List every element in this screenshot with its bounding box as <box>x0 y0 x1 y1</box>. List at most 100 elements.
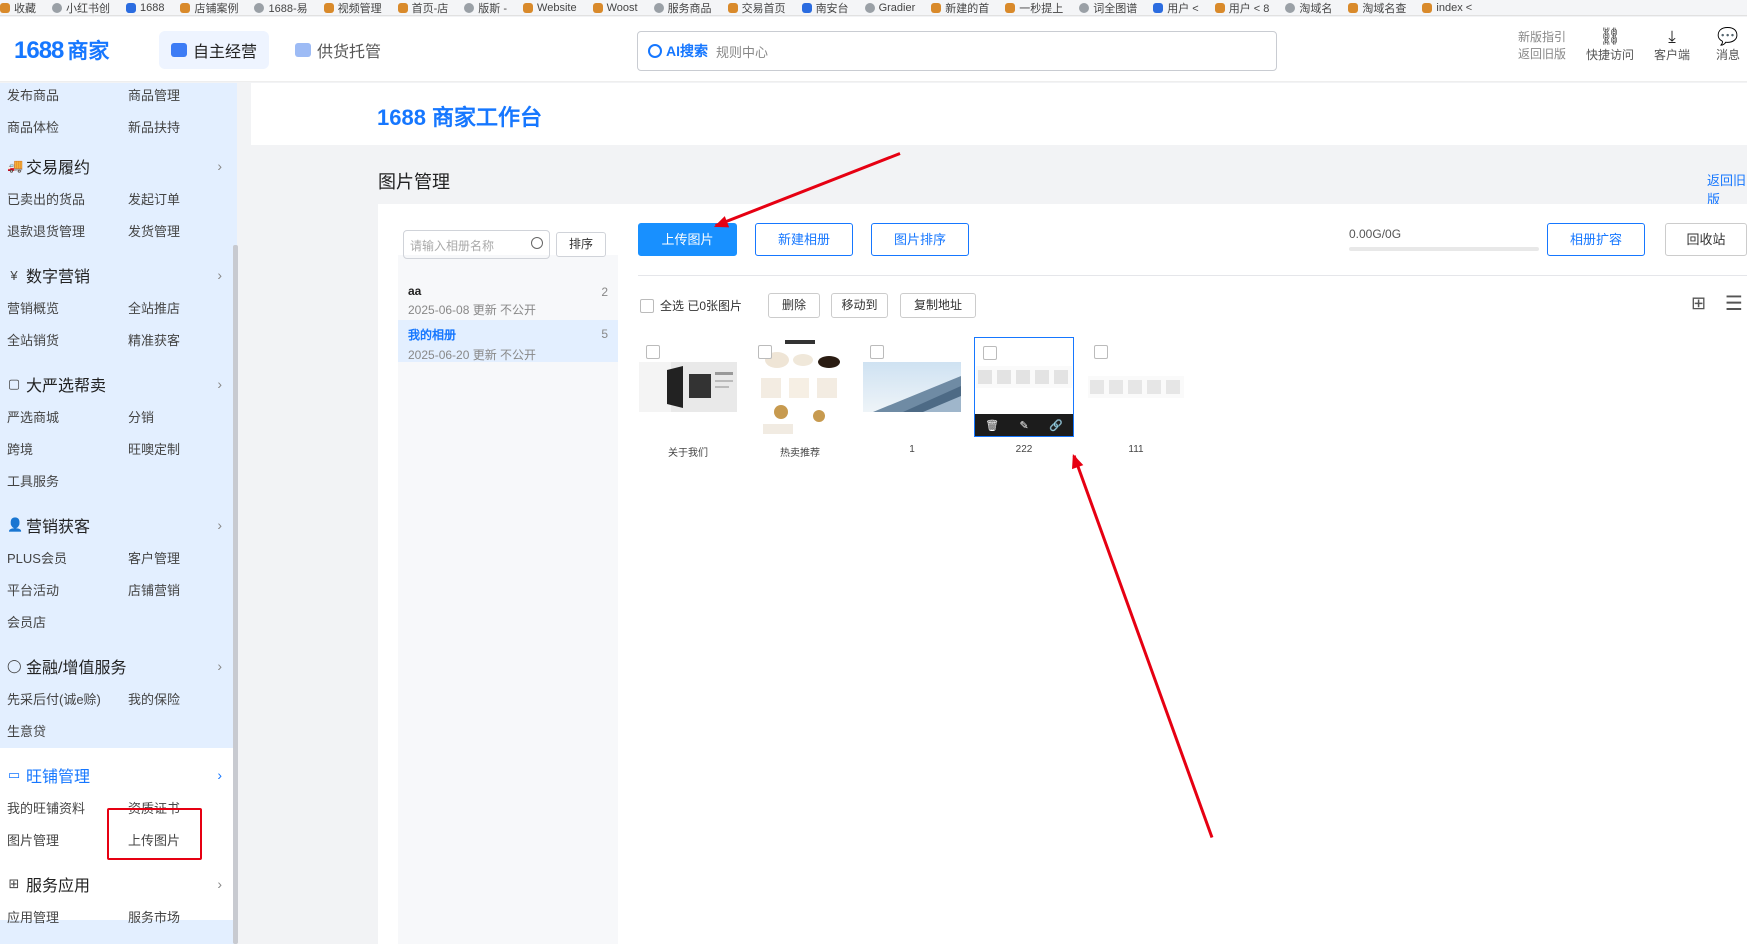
sidebar-section[interactable]: 👤 营销获客 › <box>7 513 222 537</box>
sidebar-item[interactable]: 分销 <box>128 407 154 426</box>
back-old-link[interactable]: 返回旧版 <box>1707 170 1747 208</box>
bookmark-item[interactable]: 视频管理 <box>323 0 382 15</box>
sidebar-item[interactable]: 工具服务 <box>7 471 59 490</box>
sidebar-item[interactable]: 我的旺铺资料 <box>7 798 85 817</box>
image-thumbnail[interactable] <box>638 337 738 437</box>
sidebar-item[interactable]: 退款退货管理 <box>7 221 85 240</box>
sidebar-item[interactable]: 店铺营销 <box>128 580 180 599</box>
album-item-my-album[interactable]: 我的相册 2025-06-20 更新 不公开 5 <box>398 320 618 362</box>
sidebar-item[interactable]: 服务市场 <box>128 907 180 926</box>
delete-icon[interactable]: 🗑 <box>985 419 999 432</box>
bookmark-item[interactable]: 新建的首 <box>931 0 989 15</box>
sidebar-section[interactable]: 🚚 交易履约 › <box>7 154 222 178</box>
logo[interactable]: 1688 商家 <box>14 35 109 65</box>
bookmark-item[interactable]: 1688-易 <box>254 0 308 15</box>
image-tile[interactable]: 热卖推荐 <box>750 337 850 459</box>
bookmark-item[interactable]: 收藏 <box>0 0 36 15</box>
link-icon[interactable]: 🔗 <box>1049 419 1063 432</box>
bookmark-item[interactable]: 一秒提上 <box>1005 0 1063 15</box>
sidebar-item[interactable]: 应用管理 <box>7 907 59 926</box>
sidebar-item[interactable]: 已卖出的货品 <box>7 189 85 208</box>
image-checkbox[interactable] <box>646 345 660 359</box>
image-checkbox[interactable] <box>870 345 884 359</box>
bookmark-item[interactable]: 1688 <box>126 2 164 14</box>
sort-images-button[interactable]: 图片排序 <box>871 223 969 256</box>
sidebar-item[interactable]: 全站销货 <box>7 330 59 349</box>
search-input[interactable]: AI搜索 规则中心 <box>637 31 1277 71</box>
sidebar-item[interactable]: PLUS会员 <box>7 548 67 567</box>
image-tile[interactable]: 1 <box>862 337 962 455</box>
bookmark-item[interactable]: index < <box>1422 2 1472 14</box>
client-download-button[interactable]: ⤓ 客户端 <box>1654 27 1690 64</box>
sidebar-section[interactable]: ▢ 大严选帮卖 › <box>7 372 222 396</box>
sidebar-item[interactable]: 会员店 <box>7 612 46 631</box>
sidebar-section[interactable]: ¥ 数字营销 › <box>7 263 222 287</box>
sidebar-item[interactable]: 我的保险 <box>128 689 180 708</box>
nav-self-operated[interactable]: 自主经营 <box>159 31 270 69</box>
bookmark-item[interactable]: 首页-店 <box>397 0 448 15</box>
message-button[interactable]: 💬 消息 <box>1716 27 1740 64</box>
guide-links[interactable]: 新版指引 返回旧版 <box>1518 29 1566 63</box>
sidebar-section[interactable]: ▭ 旺铺管理 › <box>7 763 222 787</box>
sidebar-item[interactable]: 精准获客 <box>128 330 180 349</box>
bookmark-item[interactable]: 服务商品 <box>653 0 712 15</box>
move-to-button[interactable]: 移动到 <box>831 293 888 318</box>
album-search-input[interactable]: 请输入相册名称 <box>403 230 550 259</box>
album-expand-button[interactable]: 相册扩容 <box>1547 223 1645 256</box>
sidebar-item[interactable]: 全站推店 <box>128 298 180 317</box>
image-checkbox[interactable] <box>983 346 997 360</box>
sidebar-item[interactable]: 图片管理 <box>7 830 59 849</box>
nav-supply-hosting[interactable]: 供货托管 <box>283 31 393 69</box>
sidebar-item[interactable]: 新品扶持 <box>128 117 180 136</box>
bookmark-item[interactable]: 小红书创 <box>52 0 110 15</box>
image-checkbox[interactable] <box>1094 345 1108 359</box>
bookmark-item[interactable]: 用户 < <box>1153 0 1199 15</box>
album-item-aa[interactable]: aa 2025-06-08 更新 不公开 2 <box>398 278 618 320</box>
bookmark-item[interactable]: Website <box>523 2 577 14</box>
sidebar-item[interactable]: 营销概览 <box>7 298 59 317</box>
bookmark-item[interactable]: 淘域名 <box>1285 0 1332 15</box>
bookmark-item[interactable]: 南安台 <box>801 0 849 15</box>
image-checkbox[interactable] <box>758 345 772 359</box>
list-view-icon[interactable]: ☰ <box>1725 291 1743 316</box>
image-thumbnail[interactable]: 🗑 ✎ 🔗 <box>974 337 1074 437</box>
image-thumbnail[interactable] <box>1086 337 1186 437</box>
sidebar-item[interactable]: 平台活动 <box>7 580 59 599</box>
album-sort-button[interactable]: 排序 <box>556 232 606 257</box>
image-tile[interactable]: 111 <box>1086 337 1186 455</box>
recycle-bin-button[interactable]: 回收站 <box>1665 223 1747 256</box>
select-all-checkbox[interactable]: 全选 已0张图片 <box>640 297 742 314</box>
sidebar-scrollbar[interactable] <box>233 245 238 944</box>
sidebar-item[interactable]: 发货管理 <box>128 221 180 240</box>
sidebar-item[interactable]: 先采后付(诚e赊) <box>7 689 101 708</box>
bookmark-item[interactable]: 交易首页 <box>727 0 786 15</box>
sidebar-item[interactable]: 商品体检 <box>7 117 59 136</box>
sidebar-section[interactable]: ◯ 金融/增值服务 › <box>7 654 222 678</box>
bookmark-item[interactable]: 词全图谱 <box>1079 0 1137 15</box>
image-thumbnail[interactable] <box>750 337 850 437</box>
edit-icon[interactable]: ✎ <box>1020 419 1029 432</box>
sidebar-item[interactable]: 旺噢定制 <box>128 439 180 458</box>
copy-address-button[interactable]: 复制地址 <box>900 293 976 318</box>
sidebar-item[interactable]: 发起订单 <box>128 189 180 208</box>
sidebar-item[interactable]: 商品管理 <box>128 85 180 104</box>
bookmark-item[interactable]: Woost <box>592 2 638 14</box>
sidebar-item[interactable]: 发布商品 <box>7 85 59 104</box>
image-thumbnail[interactable] <box>862 337 962 437</box>
bookmark-item[interactable]: Gradier <box>864 2 915 14</box>
sidebar-item[interactable]: 客户管理 <box>128 548 180 567</box>
sidebar-section[interactable]: ⊞ 服务应用 › <box>7 872 222 896</box>
delete-button[interactable]: 删除 <box>768 293 820 318</box>
image-tile[interactable]: 关于我们 <box>638 337 738 459</box>
new-album-button[interactable]: 新建相册 <box>755 223 853 256</box>
sidebar-item[interactable]: 跨境 <box>7 439 33 458</box>
sidebar-item[interactable]: 生意贷 <box>7 721 46 740</box>
grid-view-icon[interactable]: ⊞ <box>1691 293 1706 314</box>
bookmark-item[interactable]: 用户 < 8 <box>1214 0 1269 15</box>
bookmark-item[interactable]: 版斯 - <box>464 0 507 15</box>
image-tile[interactable]: 🗑 ✎ 🔗 222 <box>974 337 1074 455</box>
bookmark-item[interactable]: 淘域名查 <box>1348 0 1406 15</box>
bookmark-item[interactable]: 店铺案例 <box>180 0 238 15</box>
quick-access-button[interactable]: ⛓ 快捷访问 <box>1586 27 1634 64</box>
sidebar-item[interactable]: 严选商城 <box>7 407 59 426</box>
